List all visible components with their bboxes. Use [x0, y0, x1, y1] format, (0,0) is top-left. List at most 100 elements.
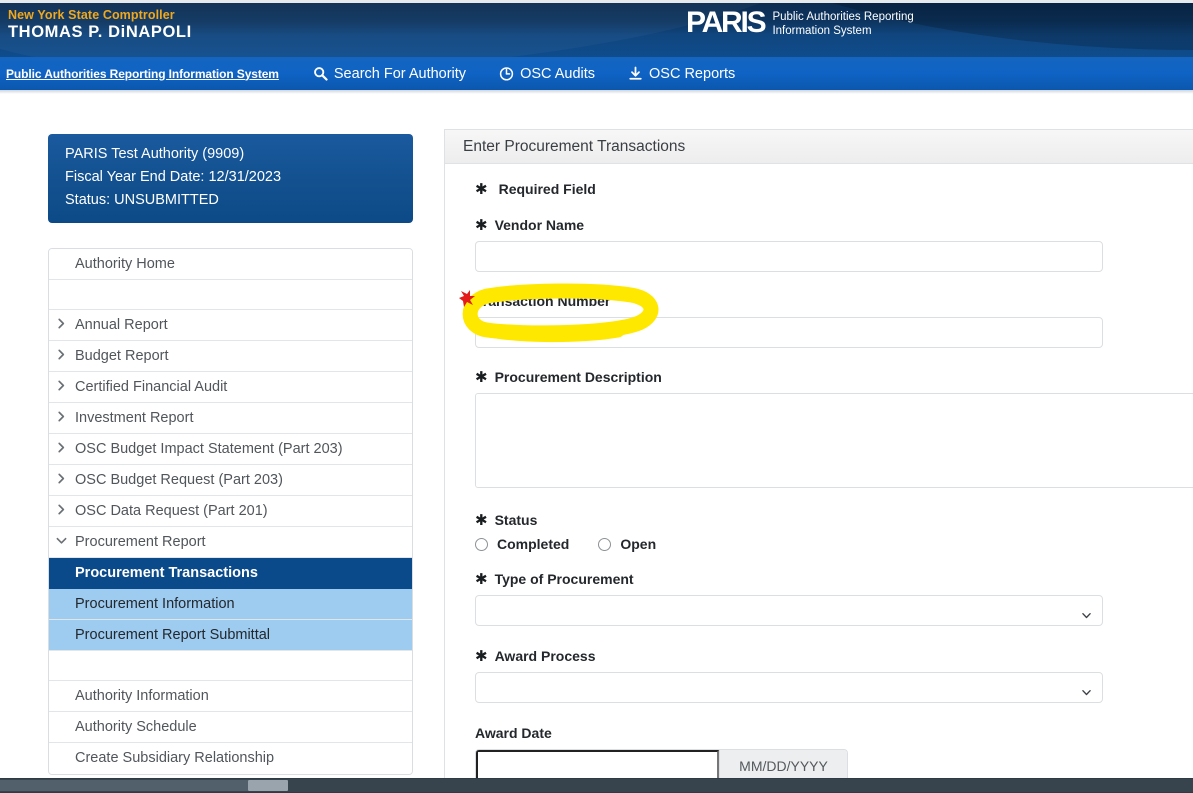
- status-label: ✱ Status: [475, 512, 1193, 528]
- transaction-number-label: Transaction Number: [475, 293, 1193, 309]
- page-content: PARIS Test Authority (9909) Fiscal Year …: [0, 94, 1193, 783]
- required-field-note: ✱ Required Field: [475, 181, 1193, 197]
- authority-name: PARIS Test Authority (9909): [65, 146, 245, 162]
- authority-summary-box: PARIS Test Authority (9909) Fiscal Year …: [48, 134, 413, 223]
- scrollbar-track-filled[interactable]: [0, 780, 248, 791]
- transaction-number-input[interactable]: [475, 317, 1103, 348]
- nav-item-osc-audits-label: OSC Audits: [520, 65, 596, 82]
- sidebar-item-authority-schedule[interactable]: Authority Schedule: [49, 711, 412, 743]
- award-process-label-text: Award Process: [494, 648, 596, 664]
- procurement-description-label: ✱ Procurement Description: [475, 369, 1193, 385]
- nav-item-osc-reports[interactable]: OSC Reports: [628, 66, 735, 82]
- viewport-top-edge: [0, 0, 1193, 3]
- chevron-right-icon: [56, 348, 73, 363]
- asterisk-icon: ✱: [475, 367, 488, 386]
- sidebar-item-authority-home-label: Authority Home: [75, 255, 175, 272]
- procurement-form: ✱ Required Field ✱ Vendor Name Transacti…: [445, 164, 1193, 783]
- chevron-right-icon: [56, 410, 73, 425]
- paris-subtitle-line2: Information System: [772, 25, 872, 38]
- status-radio-open-label: Open: [620, 536, 657, 552]
- scrollbar-thumb[interactable]: [248, 780, 288, 791]
- vendor-name-input[interactable]: [475, 241, 1103, 272]
- sidebar-item-procurement-report[interactable]: Procurement Report: [49, 526, 412, 558]
- vendor-name-label: ✱ Vendor Name: [475, 217, 1193, 233]
- procurement-description-label-text: Procurement Description: [494, 369, 662, 385]
- main-navigation: Public Authorities Reporting Information…: [0, 57, 1193, 90]
- sidebar-item-procurement-report-label: Procurement Report: [75, 533, 206, 550]
- asterisk-icon: ✱: [475, 510, 488, 529]
- sidebar-item-authority-information[interactable]: Authority Information: [49, 680, 412, 712]
- sidebar-item-budget-report[interactable]: Budget Report: [49, 340, 412, 372]
- sidebar-item-procurement-report-submittal-label: Procurement Report Submittal: [75, 626, 271, 643]
- sidebar-spacer-bottom: [49, 650, 412, 681]
- sidebar-menu: Authority Home Annual Report Budget Repo…: [48, 247, 413, 775]
- chevron-right-icon: [56, 472, 73, 487]
- asterisk-icon: ✱: [475, 215, 488, 234]
- panel-header: Enter Procurement Transactions: [445, 130, 1193, 164]
- type-of-procurement-label: ✱ Type of Procurement: [475, 571, 1193, 587]
- type-of-procurement-select[interactable]: [475, 595, 1103, 626]
- sidebar-item-osc-budget-request[interactable]: OSC Budget Request (Part 203): [49, 464, 412, 496]
- sidebar-item-osc-data-request[interactable]: OSC Data Request (Part 201): [49, 495, 412, 527]
- horizontal-scrollbar[interactable]: [0, 778, 1193, 793]
- masthead: New York State Comptroller THOMAS P. DiN…: [0, 0, 1193, 57]
- asterisk-icon: ✱: [475, 179, 488, 198]
- sidebar-item-procurement-information-label: Procurement Information: [75, 595, 235, 612]
- award-process-select[interactable]: [475, 672, 1103, 703]
- nav-item-osc-audits[interactable]: OSC Audits: [499, 66, 595, 82]
- sidebar-item-procurement-transactions[interactable]: Procurement Transactions: [49, 557, 412, 589]
- column-divider: [425, 94, 426, 778]
- paris-subtitle: Public Authorities Reporting Information…: [772, 10, 913, 38]
- comptroller-name: THOMAS P. DiNAPOLI: [8, 23, 192, 42]
- sidebar-item-certified-financial-audit-label: Certified Financial Audit: [75, 378, 228, 395]
- paris-wordmark: PARIS: [686, 6, 767, 40]
- sidebar-item-investment-report[interactable]: Investment Report: [49, 402, 412, 434]
- chevron-down-icon: [1082, 607, 1091, 619]
- application-window: New York State Comptroller THOMAS P. DiN…: [0, 0, 1193, 793]
- sidebar-item-procurement-information[interactable]: Procurement Information: [49, 588, 412, 620]
- search-icon: [313, 66, 328, 81]
- asterisk-icon: ✱: [475, 569, 488, 588]
- sidebar-item-certified-financial-audit[interactable]: Certified Financial Audit: [49, 371, 412, 403]
- authority-status: Status: UNSUBMITTED: [65, 191, 219, 208]
- type-of-procurement-label-text: Type of Procurement: [494, 571, 634, 587]
- chevron-right-icon: [56, 503, 73, 518]
- clock-icon: [499, 66, 514, 81]
- sidebar-item-osc-budget-impact-statement[interactable]: OSC Budget Impact Statement (Part 203): [49, 433, 412, 465]
- procurement-description-textarea[interactable]: [475, 393, 1193, 488]
- sidebar-item-procurement-transactions-label: Procurement Transactions: [75, 564, 258, 581]
- sidebar-item-authority-information-label: Authority Information: [75, 687, 209, 704]
- authority-fiscal-year-end: Fiscal Year End Date: 12/31/2023: [65, 168, 282, 185]
- status-radio-open[interactable]: [598, 537, 612, 551]
- chevron-down-icon: [1082, 684, 1091, 696]
- sidebar-item-annual-report-label: Annual Report: [75, 316, 168, 333]
- chevron-right-icon: [56, 317, 73, 332]
- chevron-right-icon: [56, 379, 73, 394]
- page-title: Enter Procurement Transactions: [463, 137, 686, 155]
- procurement-transactions-panel: Enter Procurement Transactions ✱ Require…: [444, 129, 1193, 783]
- status-radio-completed[interactable]: [475, 537, 488, 551]
- sidebar-item-create-subsidiary-relationship[interactable]: Create Subsidiary Relationship: [49, 742, 412, 774]
- comptroller-office-label: New York State Comptroller: [8, 8, 175, 22]
- required-field-note-label: Required Field: [498, 181, 596, 197]
- sidebar-item-annual-report[interactable]: Annual Report: [49, 309, 412, 341]
- award-process-label: ✱ Award Process: [475, 648, 1193, 664]
- sidebar-item-procurement-report-submittal[interactable]: Procurement Report Submittal: [49, 619, 412, 651]
- paris-logo: PARIS Public Authorities Reporting Infor…: [686, 8, 914, 38]
- sidebar-item-authority-home[interactable]: Authority Home: [49, 248, 412, 280]
- sidebar-item-osc-budget-impact-statement-label: OSC Budget Impact Statement (Part 203): [75, 440, 343, 457]
- paris-subtitle-line1: Public Authorities Reporting: [772, 11, 914, 23]
- nav-item-search-for-authority-label: Search For Authority: [333, 65, 467, 82]
- nav-item-osc-reports-label: OSC Reports: [649, 65, 736, 82]
- sidebar-item-authority-schedule-label: Authority Schedule: [75, 718, 197, 735]
- sidebar-item-osc-budget-request-label: OSC Budget Request (Part 203): [75, 471, 283, 488]
- status-label-text: Status: [494, 512, 538, 528]
- award-date-label-text: Award Date: [475, 725, 552, 741]
- sidebar: PARIS Test Authority (9909) Fiscal Year …: [48, 134, 413, 775]
- status-radio-group: Completed Open: [475, 536, 1193, 552]
- nav-item-search-for-authority[interactable]: Search For Authority: [313, 66, 466, 82]
- nav-brand-link[interactable]: Public Authorities Reporting Information…: [0, 67, 279, 81]
- sidebar-item-investment-report-label: Investment Report: [75, 409, 194, 426]
- status-radio-completed-label: Completed: [497, 536, 570, 552]
- comptroller-logo: New York State Comptroller THOMAS P. DiN…: [8, 8, 192, 42]
